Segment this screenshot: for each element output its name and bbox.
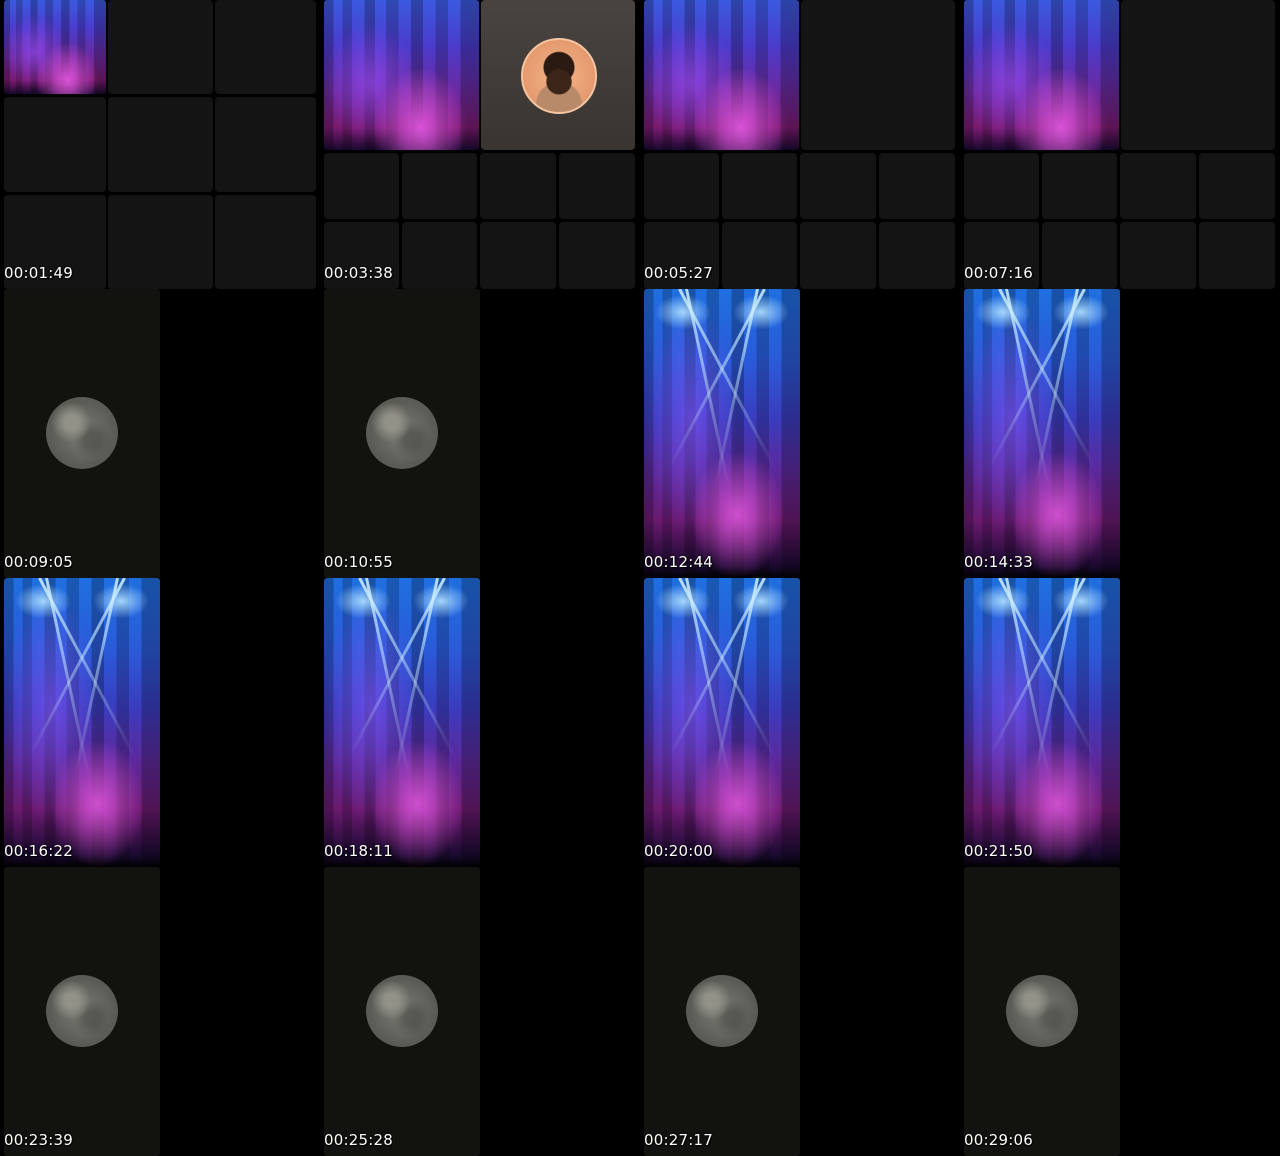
timestamp: 00:09:05: [4, 553, 73, 571]
participant-tile: [108, 0, 213, 94]
timestamp: 00:21:50: [964, 842, 1033, 860]
thumbnail-cell[interactable]: 00:12:44: [640, 289, 960, 578]
participant-tile: [324, 153, 399, 219]
participant-tile: [4, 97, 106, 192]
participant-tile: [559, 153, 635, 219]
participant-tile: [1120, 222, 1196, 289]
thumbnail-cell[interactable]: 00:09:05: [0, 289, 320, 578]
stage-lights-video: [964, 289, 1120, 578]
participant-tile: [480, 153, 556, 219]
participant-tile: [1199, 153, 1275, 219]
timestamp: 00:29:06: [964, 1131, 1033, 1149]
light-beam: [394, 578, 440, 777]
stage-lights-video: [964, 0, 1119, 150]
participant-tile: [559, 222, 635, 289]
avatar: [521, 38, 597, 114]
participant-tile: [1042, 153, 1117, 219]
participant-tile: [722, 153, 797, 219]
participant-tile: [800, 153, 876, 219]
participant-tile: [879, 222, 955, 289]
moon-video: [964, 867, 1120, 1156]
timestamp: 00:05:27: [644, 264, 713, 282]
moon-icon: [1006, 975, 1078, 1047]
participant-tile: [1199, 222, 1275, 289]
stage-lights-video: [964, 578, 1120, 867]
light-beam: [1034, 578, 1080, 777]
moon-icon: [366, 397, 438, 469]
stage-lights-video: [644, 289, 800, 578]
thumbnail-cell[interactable]: 00:14:33: [960, 289, 1280, 578]
light-beam: [74, 578, 120, 777]
timestamp: 00:25:28: [324, 1131, 393, 1149]
participant-tile: [402, 222, 477, 289]
participant-tile: [1120, 153, 1196, 219]
light-beam: [1034, 289, 1080, 488]
stage-lights-video: [644, 0, 799, 150]
thumbnail-cell[interactable]: 00:25:28: [320, 867, 640, 1156]
timestamp: 00:10:55: [324, 553, 393, 571]
thumbnail-cell[interactable]: 00:23:39: [0, 867, 320, 1156]
timestamp: 00:20:00: [644, 842, 713, 860]
participant-tile: [722, 222, 797, 289]
timestamp: 00:01:49: [4, 264, 73, 282]
moon-video: [324, 289, 480, 578]
stage-lights-video: [644, 578, 800, 867]
participant-tile: [402, 153, 477, 219]
thumbnail-cell[interactable]: 00:05:27: [640, 0, 960, 289]
thumbnail-cell[interactable]: 00:07:16: [960, 0, 1280, 289]
participant-tile: [215, 97, 316, 192]
moon-video: [644, 867, 800, 1156]
participant-tile: [800, 222, 876, 289]
participant-tile: [480, 222, 556, 289]
timestamp: 00:18:11: [324, 842, 393, 860]
participant-tile: [108, 97, 213, 192]
stage-lights-video: [324, 0, 479, 150]
participant-tile: [215, 0, 316, 94]
thumbnail-cell[interactable]: 00:29:06: [960, 867, 1280, 1156]
participant-tile: [801, 0, 955, 150]
thumbnail-cell[interactable]: 00:20:00: [640, 578, 960, 867]
light-beam: [714, 289, 760, 488]
thumbnail-cell[interactable]: 00:01:49: [0, 0, 320, 289]
thumbnail-grid: 00:01:49 00:03:38 00:05:27 00:07:16 00:0…: [0, 0, 1280, 1156]
moon-video: [4, 867, 160, 1156]
timestamp: 00:27:17: [644, 1131, 713, 1149]
stage-lights-video: [324, 578, 480, 867]
moon-icon: [366, 975, 438, 1047]
light-beam: [714, 578, 760, 777]
moon-icon: [686, 975, 758, 1047]
participant-tile: [964, 153, 1039, 219]
thumbnail-cell[interactable]: 00:16:22: [0, 578, 320, 867]
moon-icon: [46, 975, 118, 1047]
moon-icon: [46, 397, 118, 469]
timestamp: 00:07:16: [964, 264, 1033, 282]
timestamp: 00:12:44: [644, 553, 713, 571]
thumbnail-cell[interactable]: 00:21:50: [960, 578, 1280, 867]
participant-tile: [108, 195, 213, 289]
stage-lights-video: [4, 0, 106, 94]
thumbnail-cell[interactable]: 00:27:17: [640, 867, 960, 1156]
participant-tile: [1042, 222, 1117, 289]
thumbnail-cell[interactable]: 00:10:55: [320, 289, 640, 578]
timestamp: 00:16:22: [4, 842, 73, 860]
thumbnail-cell[interactable]: 00:03:38: [320, 0, 640, 289]
moon-video: [324, 867, 480, 1156]
participant-tile: [644, 153, 719, 219]
moon-video: [4, 289, 160, 578]
timestamp: 00:03:38: [324, 264, 393, 282]
stage-lights-video: [4, 578, 160, 867]
participant-tile: [215, 195, 316, 289]
timestamp: 00:23:39: [4, 1131, 73, 1149]
participant-tile: [481, 0, 635, 150]
timestamp: 00:14:33: [964, 553, 1033, 571]
participant-tile: [879, 153, 955, 219]
thumbnail-cell[interactable]: 00:18:11: [320, 578, 640, 867]
participant-tile: [1121, 0, 1275, 150]
